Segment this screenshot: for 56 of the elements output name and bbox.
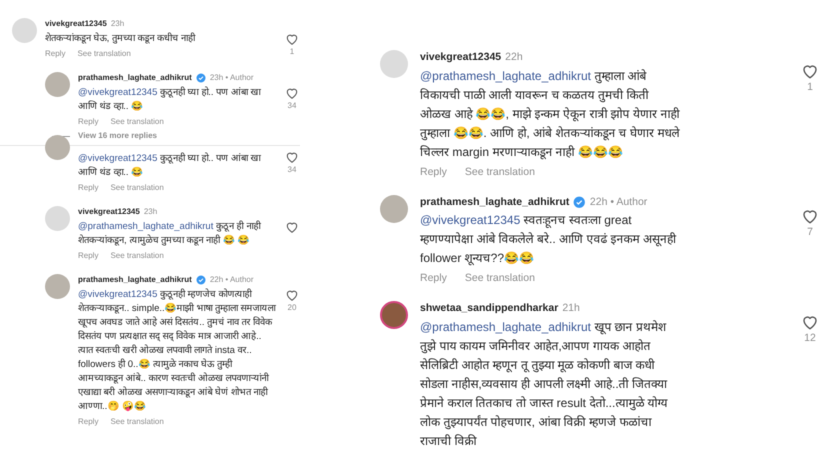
comment-text: @prathamesh_laghate_adhikrut तुम्हाला आंबे विकायची पाळी आली यावरून च कळतय तुमची किती ओळख आहे 😂😂, माझे इन्कम ऐकून रात्री झोप येणार नाही तुम्हाला 😂😂. आणि हो, आंबे शेतकऱ्यांकडून च घेणार मधले चिल्लर margin मरणाऱ्याकडून नाही 😂😂😂 [420, 68, 681, 162]
comment-meta: 22h • Author [590, 194, 648, 210]
comment-meta: 21h [562, 301, 580, 316]
like-count: 1 [290, 46, 294, 58]
like-count: 20 [288, 302, 296, 314]
comment-meta: 23h • Author [210, 72, 254, 84]
mention-link[interactable]: @vivekgreat12345 [78, 87, 158, 98]
comment-text: @prathamesh_laghate_adhikrut खूप छान प्रथमेश तुझे पाय कायम जमिनीवर आहेत,आपण गायक आहोत सेलिब्रिटी आहोत म्हणून तू तुझ्या मूळ कोकणी बाज कधी सोडला नाहीस,व्यवसाय ही आपली लक्ष्मी आहे..ती जितक्या प्रेमाने कराल तितकाच तो जास्त result देतो...त्यामुळे योग्य लोक तुझ्यापर्यंत पोहचणार, आंबा विक्री म्हणजे फळांचा राजाची विक्री [420, 318, 669, 450]
like-count: 12 [804, 331, 816, 346]
like-count: 34 [288, 100, 296, 112]
comment-action-link[interactable]: Reply [78, 250, 98, 262]
like-count: 34 [288, 164, 296, 176]
comment-text: @vivekgreat12345 कुठूनही म्हणजेच कोणत्याही शेतकऱ्याकडून.. simple..😂माझी भाषा तुम्हाला समजायला खूपच अवघड जाते आहे असं दिसतंय.. तुमचं नाव तर विवेक दिसतंय पण प्रत्यक्षात सद् सद् विवेक मात्र आजारी आहे.. त्यात स्वतःची खरी ओळख लपवावी लागते insta वर.. followers ही 0..😂 त्यामुळे नकाच घेऊ तुम्ही आमच्याकडून आंबे.. कारण स्वतःची ओळख लपवणाऱ्यांनी एखाद्या बरी ओळख असणाऱ्याकडून आंबे घेणं शोभत नाही आण्णा..🤭 🤪😂 [78, 288, 277, 414]
comment-meta: 23h [110, 18, 124, 30]
mention-link[interactable]: @vivekgreat12345 [78, 153, 158, 164]
comment-text: शेतकऱ्यांकडून घेऊ, तुमच्या कडून कधीच नाही [45, 32, 196, 46]
username[interactable]: prathamesh_laghate_adhikrut [78, 72, 192, 84]
mention-link[interactable]: @prathamesh_laghate_adhikrut [420, 320, 591, 334]
comment-action-link[interactable]: See translation [110, 416, 164, 428]
comment-action-link[interactable]: See translation [464, 164, 535, 180]
comment-action-link[interactable]: Reply [78, 182, 98, 194]
comment-text: @prathamesh_laghate_adhikrut कुठून ही नाही शेतकऱ्यांकडून, त्यामुळेच तुमच्या कडून नाही 😂 😂 [78, 220, 262, 248]
mention-link[interactable]: @prathamesh_laghate_adhikrut [78, 221, 214, 232]
comment-action-link[interactable]: See translation [77, 48, 131, 60]
heart-icon[interactable] [285, 150, 299, 164]
username[interactable]: prathamesh_laghate_adhikrut [420, 194, 570, 210]
username[interactable]: vivekgreat12345 [78, 206, 140, 218]
comment-action-link[interactable]: See translation [110, 116, 164, 128]
heart-icon[interactable] [285, 220, 299, 234]
username[interactable]: shwetaa_sandippendharkar [420, 301, 558, 317]
comment-action-link[interactable]: Reply [78, 116, 98, 128]
username[interactable]: prathamesh_laghate_adhikrut [78, 274, 192, 286]
comment-action-link[interactable]: Reply [78, 416, 98, 428]
username[interactable]: vivekgreat12345 [420, 50, 502, 66]
view-more-replies-link[interactable]: View 16 more replies [78, 130, 158, 142]
comment-meta: 23h [144, 206, 158, 218]
comment-action-link[interactable]: See translation [110, 182, 164, 194]
heart-icon[interactable] [285, 288, 299, 302]
comment-action-link[interactable]: Reply [420, 271, 447, 287]
comment-text: @vivekgreat12345 स्वतःहूनच स्वतःला great म्हणण्यापेक्षा आंबे विकलेले बरे.. आणि एवढं इनकम असूनही follower शून्यच??😂😂 [420, 212, 678, 268]
comment-text: @vivekgreat12345 कुठूनही घ्या हो.. पण आंबा खा आणि थंड व्हा.. 😂 [78, 86, 262, 114]
comment-text: @vivekgreat12345 कुठूनही घ्या हो.. पण आंबा खा आणि थंड व्हा.. 😂 [78, 152, 262, 180]
like-count: 7 [807, 224, 813, 240]
username[interactable]: vivekgreat12345 [45, 18, 107, 30]
comment-action-link[interactable]: See translation [464, 271, 535, 287]
comment-meta: 22h [505, 50, 523, 65]
heart-icon[interactable] [285, 32, 299, 46]
heart-icon[interactable] [285, 86, 299, 100]
comment-action-link[interactable]: See translation [110, 250, 164, 262]
mention-link[interactable]: @vivekgreat12345 [78, 289, 158, 300]
mention-link[interactable]: @vivekgreat12345 [420, 213, 520, 228]
comment-action-link[interactable]: Reply [45, 48, 66, 60]
comment-action-link[interactable]: Reply [420, 164, 447, 180]
like-count: 1 [807, 80, 813, 95]
comment-meta: 22h • Author [210, 274, 254, 286]
mention-link[interactable]: @prathamesh_laghate_adhikrut [420, 68, 591, 83]
